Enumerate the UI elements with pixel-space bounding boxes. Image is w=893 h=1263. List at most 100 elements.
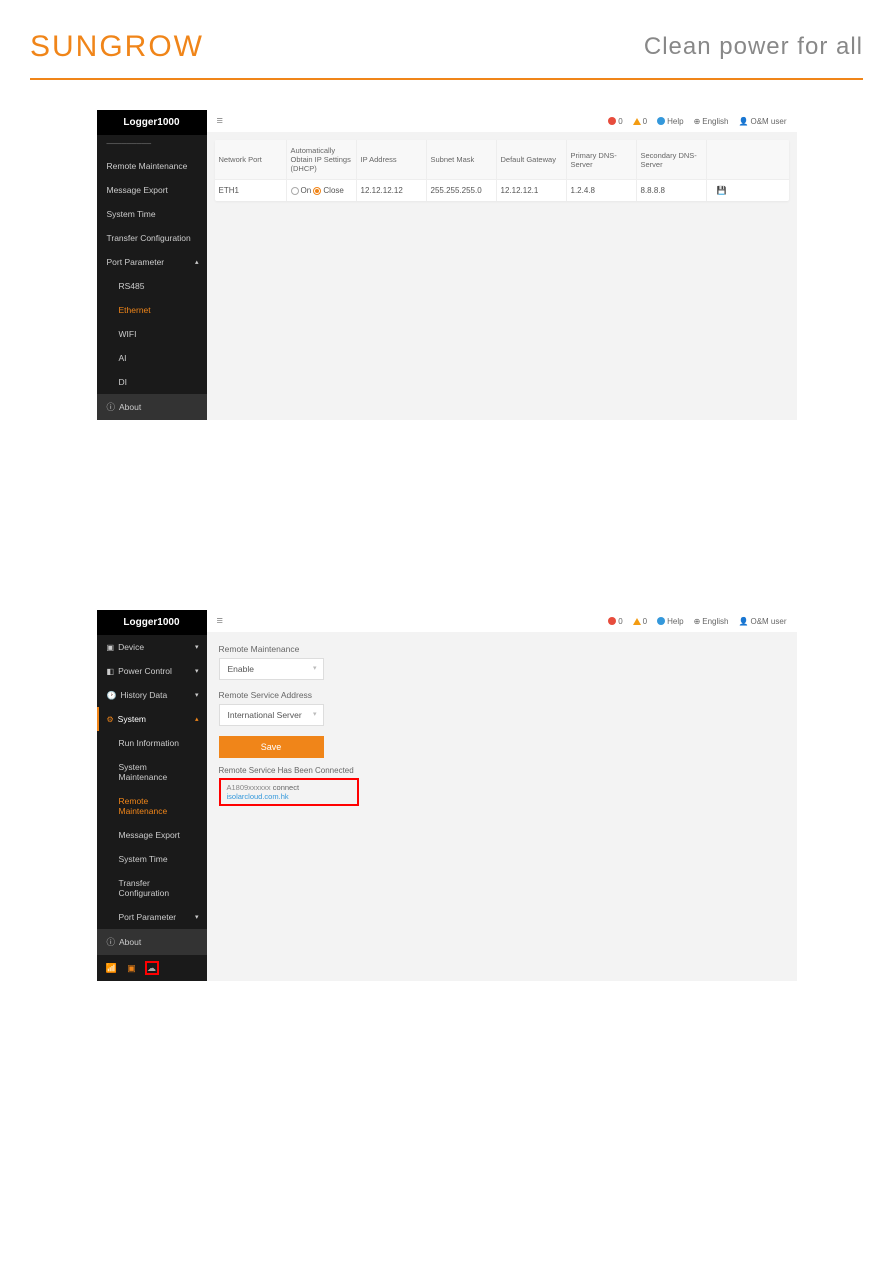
user-label: O&M user — [750, 617, 786, 626]
sidebar: Logger1000 ▣ Device ▾ ◧ Power Control ▾ … — [97, 610, 207, 981]
user-menu[interactable]: 👤O&M user — [739, 117, 787, 126]
tagline: Clean power for all — [644, 33, 863, 61]
about-label: About — [119, 402, 141, 412]
chevron-down-icon: ▾ — [195, 913, 199, 921]
alert-red-badge[interactable]: 0 — [608, 617, 622, 626]
sidebar-sub-ai[interactable]: AI — [97, 346, 207, 370]
menu-toggle-icon[interactable]: ≡ — [217, 615, 223, 627]
sidebar-item-port-parameter[interactable]: Port Parameter ▴ — [97, 250, 207, 274]
menu-toggle-icon[interactable]: ≡ — [217, 115, 223, 127]
help-label: Help — [667, 117, 683, 126]
remote-addr-select[interactable]: International Server — [219, 704, 324, 726]
language-label: English — [702, 117, 728, 126]
sidebar-item-device[interactable]: ▣ Device ▾ — [97, 635, 207, 659]
sidebar-about[interactable]: ⓘ About — [97, 394, 207, 420]
globe-icon: ⊕ — [694, 617, 701, 626]
alert-orange-count: 0 — [643, 117, 647, 126]
td-port: ETH1 — [215, 180, 287, 201]
th-mask: Subnet Mask — [427, 140, 497, 179]
remote-addr-label: Remote Service Address — [219, 690, 785, 700]
alert-red-count: 0 — [618, 117, 622, 126]
status-box: A1809xxxxxx connect isolarcloud.com.hk — [219, 778, 359, 806]
td-save-icon[interactable]: 💾 — [707, 180, 737, 201]
user-icon: 👤 — [739, 617, 749, 626]
dot-red-icon — [608, 617, 616, 625]
sidebar-sub-ethernet[interactable]: Ethernet — [97, 298, 207, 322]
alert-red-badge[interactable]: 0 — [608, 117, 622, 126]
sidebar-sub-remote-maint[interactable]: Remote Maintenance — [97, 789, 207, 823]
help-icon — [657, 117, 665, 125]
chevron-up-icon: ▴ — [195, 258, 199, 266]
user-label: O&M user — [750, 117, 786, 126]
th-dns1: Primary DNS-Server — [567, 140, 637, 179]
sidebar-label: History Data — [120, 690, 167, 700]
chevron-down-icon: ▾ — [195, 667, 199, 675]
help-link[interactable]: Help — [657, 617, 683, 626]
sidebar-sub-sys-time[interactable]: System Time — [97, 847, 207, 871]
radio-close[interactable] — [313, 187, 321, 195]
help-link[interactable]: Help — [657, 117, 683, 126]
status-id: A1809xxxxxx — [227, 783, 271, 792]
td-ip[interactable]: 12.12.12.12 — [357, 180, 427, 201]
sidebar-sub-sys-maint[interactable]: System Maintenance — [97, 755, 207, 789]
sidebar-sub-di[interactable]: DI — [97, 370, 207, 394]
sidebar-item-history[interactable]: 🕑 History Data ▾ — [97, 683, 207, 707]
alert-orange-count: 0 — [643, 617, 647, 626]
topbar: ≡ 0 0 Help ⊕English 👤O&M user — [207, 110, 797, 132]
sidebar-item-transfer-config[interactable]: Transfer Configuration — [97, 226, 207, 250]
td-dhcp: On Close — [287, 180, 357, 201]
info-icon: ⓘ — [107, 401, 116, 413]
language-selector[interactable]: ⊕English — [694, 117, 729, 126]
remote-maint-select[interactable]: Enable — [219, 658, 324, 680]
sidebar-label: Power Control — [118, 666, 172, 676]
sidebar-item-message-export[interactable]: Message Export — [97, 178, 207, 202]
sidebar-about[interactable]: ⓘ About — [97, 929, 207, 955]
sidebar-sub-run-info[interactable]: Run Information — [97, 731, 207, 755]
ethernet-table: Network Port Automatically Obtain IP Set… — [215, 140, 789, 201]
divider — [30, 78, 863, 80]
brand-logo: SUNGROW — [30, 30, 204, 64]
td-mask[interactable]: 255.255.255.0 — [427, 180, 497, 201]
wifi-icon: 📶 — [105, 961, 119, 975]
sidebar-label: Port Parameter — [107, 257, 165, 267]
user-menu[interactable]: 👤O&M user — [739, 617, 787, 626]
sidebar-sub-port-param[interactable]: Port Parameter ▾ — [97, 905, 207, 929]
sidebar-item-power-control[interactable]: ◧ Power Control ▾ — [97, 659, 207, 683]
td-dns1[interactable]: 1.2.4.8 — [567, 180, 637, 201]
sidebar-item-system-time[interactable]: System Time — [97, 202, 207, 226]
save-button[interactable]: Save — [219, 736, 324, 758]
sidebar-label: Device — [118, 642, 144, 652]
th-ip: IP Address — [357, 140, 427, 179]
language-selector[interactable]: ⊕English — [694, 617, 729, 626]
th-actions — [707, 140, 737, 179]
sidebar-item-remote-maintenance[interactable]: Remote Maintenance — [97, 154, 207, 178]
triangle-orange-icon — [633, 618, 641, 625]
alert-orange-badge[interactable]: 0 — [633, 617, 647, 626]
sidebar-label: Port Parameter — [119, 912, 177, 922]
sidebar-item-system[interactable]: ⚙ System ▴ — [97, 707, 207, 731]
td-dns2[interactable]: 8.8.8.8 — [637, 180, 707, 201]
sidebar-sub-msg-export[interactable]: Message Export — [97, 823, 207, 847]
sidebar: Logger1000 ───────── Remote Maintenance … — [97, 110, 207, 420]
clock-icon: 🕑 — [107, 691, 117, 700]
alert-orange-badge[interactable]: 0 — [633, 117, 647, 126]
sidebar-sub-transfer[interactable]: Transfer Configuration — [97, 871, 207, 905]
power-icon: ◧ — [107, 667, 115, 676]
user-icon: 👤 — [739, 117, 749, 126]
help-label: Help — [667, 617, 683, 626]
sidebar-item-truncated: ───────── — [97, 135, 207, 154]
sidebar-sub-rs485[interactable]: RS485 — [97, 274, 207, 298]
radio-on-label: On — [301, 186, 312, 195]
td-gateway[interactable]: 12.12.12.1 — [497, 180, 567, 201]
app-title: Logger1000 — [97, 110, 207, 135]
remote-maint-label: Remote Maintenance — [219, 644, 785, 654]
globe-icon: ⊕ — [694, 117, 701, 126]
th-dns2: Secondary DNS-Server — [637, 140, 707, 179]
cloud-icon[interactable]: ☁ — [145, 961, 159, 975]
app-title: Logger1000 — [97, 610, 207, 635]
radio-on[interactable] — [291, 187, 299, 195]
chevron-down-icon: ▾ — [195, 691, 199, 699]
topbar: ≡ 0 0 Help ⊕English 👤O&M user — [207, 610, 797, 632]
status-conn: connect — [273, 783, 299, 792]
sidebar-sub-wifi[interactable]: WIFI — [97, 322, 207, 346]
